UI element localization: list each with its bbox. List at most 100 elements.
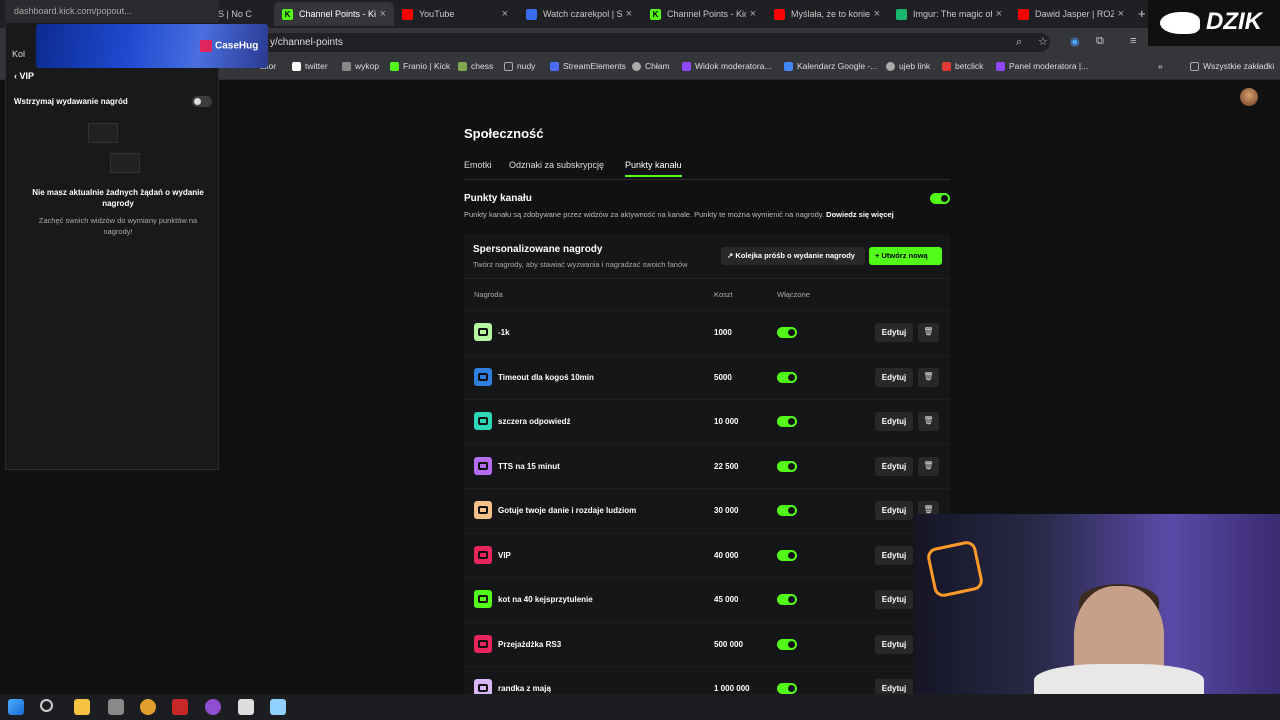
browser-tab[interactable]: S | No C (218, 2, 274, 26)
trash-icon[interactable]: 🗑 (918, 323, 939, 342)
kick-icon: K (650, 8, 661, 20)
youtube-icon (774, 8, 785, 20)
file-explorer-icon[interactable] (74, 699, 90, 715)
bookmark-item[interactable]: ujeb link (886, 61, 930, 71)
reward-row: szczera odpowiedź 10 000 Edytuj 🗑 (464, 399, 950, 443)
edit-button[interactable]: Edytuj (875, 501, 913, 520)
app-icon[interactable] (108, 699, 124, 715)
reward-enabled-toggle[interactable] (777, 638, 797, 650)
tab-channel-points[interactable]: Punkty kanału (625, 160, 682, 177)
zoom-icon[interactable]: ⌕ (1016, 36, 1022, 49)
tab-emotes[interactable]: Emotki (464, 160, 492, 170)
app-icon[interactable] (205, 699, 221, 715)
trash-icon[interactable]: 🗑 (918, 412, 939, 431)
column-enabled: Włączone (777, 290, 810, 299)
browser-tab[interactable]: YouTube × (394, 2, 516, 26)
reward-enabled-toggle[interactable] (777, 416, 797, 427)
app-icon[interactable] (270, 699, 286, 715)
reward-cost: 22 500 (714, 461, 739, 471)
browser-tab[interactable]: Watch czarekpol | St × (518, 2, 640, 26)
bookmark-item[interactable]: Franio | Kick (390, 61, 450, 71)
extensions-icon[interactable]: ⧉ (1096, 35, 1104, 48)
edit-button[interactable]: Edytuj (875, 412, 913, 431)
page-title: Społeczność (464, 126, 544, 141)
search-icon[interactable] (40, 699, 53, 712)
learn-more-link[interactable]: Dowiedz się więcej (826, 210, 894, 219)
star-icon[interactable]: ☆ (1038, 35, 1048, 48)
extension-icon[interactable]: ◉ (1070, 35, 1080, 48)
section-description: Punkty kanału są zdobywane przez widzów … (464, 210, 894, 219)
bookmark-item[interactable]: betclick (942, 61, 983, 71)
browser-tab[interactable]: Imgur: The magic of × (888, 2, 1010, 26)
reward-enabled-toggle[interactable] (777, 505, 797, 516)
close-tab-icon[interactable]: × (874, 8, 880, 20)
reward-enabled-toggle[interactable] (777, 549, 797, 561)
edit-button[interactable]: Edytuj (875, 590, 913, 609)
menu-icon[interactable]: ≡ (1130, 35, 1136, 47)
reward-enabled-toggle[interactable] (777, 371, 797, 383)
browser-tab[interactable]: Myślała, że to koniec × (766, 2, 888, 26)
browser-tab-active[interactable]: K Channel Points - Kick × (274, 2, 394, 26)
bookmark-item[interactable]: twitter (292, 61, 328, 71)
reward-icon (474, 501, 492, 519)
tab-sub-badges[interactable]: Odznaki za subskrypcję (509, 160, 604, 170)
redemption-queue-button[interactable]: ↗ Kolejka próśb o wydanie nagrody (721, 247, 865, 265)
pause-toggle[interactable] (192, 96, 212, 107)
close-tab-icon[interactable]: × (502, 8, 508, 20)
reward-icon (474, 412, 492, 430)
reward-name: kot na 40 kejsprzytulenie (498, 595, 593, 604)
gear-icon[interactable] (238, 699, 254, 715)
reward-icon (474, 634, 492, 653)
edit-button[interactable]: Edytuj (875, 545, 913, 565)
create-reward-button[interactable]: + Utwórz nową (869, 247, 942, 265)
bookmark-item[interactable]: Widok moderatora... (682, 61, 772, 71)
close-tab-icon[interactable]: × (996, 8, 1002, 20)
browser-tab[interactable]: Dawid Jasper | ROZM × (1010, 2, 1132, 26)
close-tab-icon[interactable]: × (380, 8, 386, 20)
youtube-icon (402, 8, 413, 20)
bookmark-folder[interactable]: nudy (504, 61, 535, 71)
reward-row: TTS na 15 minut 22 500 Edytuj 🗑 (464, 443, 950, 488)
trash-icon[interactable]: 🗑 (918, 456, 939, 476)
wykop-icon (342, 61, 351, 71)
back-button[interactable]: ‹ VIP (14, 71, 34, 81)
reward-enabled-toggle[interactable] (777, 327, 797, 338)
reward-name: Przejażdżka RS3 (498, 639, 562, 649)
boar-icon (1160, 12, 1200, 34)
new-tab-button[interactable]: + (1138, 6, 1146, 21)
reward-enabled-toggle[interactable] (777, 683, 797, 694)
edit-button[interactable]: Edytuj (875, 634, 913, 654)
edit-button[interactable]: Edytuj (875, 323, 913, 342)
app-icon[interactable] (172, 699, 188, 715)
more-bookmarks-icon[interactable]: » (1158, 61, 1163, 71)
close-tab-icon[interactable]: × (1118, 8, 1124, 20)
edit-button[interactable]: Edytuj (875, 367, 913, 387)
windows-start-icon[interactable] (8, 699, 24, 715)
tab-icon (526, 8, 537, 20)
browser-tab[interactable]: K Channel Points - Kick × (642, 2, 764, 26)
reward-cost: 1000 (714, 328, 732, 337)
reward-cost: 40 000 (714, 550, 739, 560)
bookmark-item[interactable]: StreamElements (550, 61, 626, 71)
reward-enabled-toggle[interactable] (777, 594, 797, 605)
edit-button[interactable]: Edytuj (875, 456, 913, 476)
kick-icon (390, 61, 399, 71)
reward-name: Timeout dla kogoś 10min (498, 372, 594, 382)
close-tab-icon[interactable]: × (750, 8, 756, 20)
x-icon (292, 61, 301, 71)
close-tab-icon[interactable]: × (626, 8, 632, 20)
bookmark-item[interactable]: Kalendarz Google -... (784, 61, 877, 71)
bookmark-item[interactable]: Panel moderatora |... (996, 61, 1088, 71)
reward-row: Gotuje twoje danie i rozdaje ludziom 30 0… (464, 488, 950, 532)
bookmark-item[interactable]: Chłam (632, 61, 670, 71)
avatar[interactable] (1240, 88, 1258, 106)
chrome-icon[interactable] (140, 699, 156, 715)
bookmark-item[interactable]: chess (458, 61, 493, 71)
all-bookmarks[interactable]: Wszystkie zakładki (1190, 61, 1274, 71)
reward-row: -1k 1000 Edytuj 🗑 (464, 310, 950, 354)
channel-points-toggle[interactable] (930, 193, 950, 204)
bookmark-item[interactable]: wykop (342, 61, 379, 71)
trash-icon[interactable]: 🗑 (918, 367, 939, 387)
reward-enabled-toggle[interactable] (777, 460, 797, 472)
url-field[interactable]: y/channel-points (258, 33, 1050, 52)
